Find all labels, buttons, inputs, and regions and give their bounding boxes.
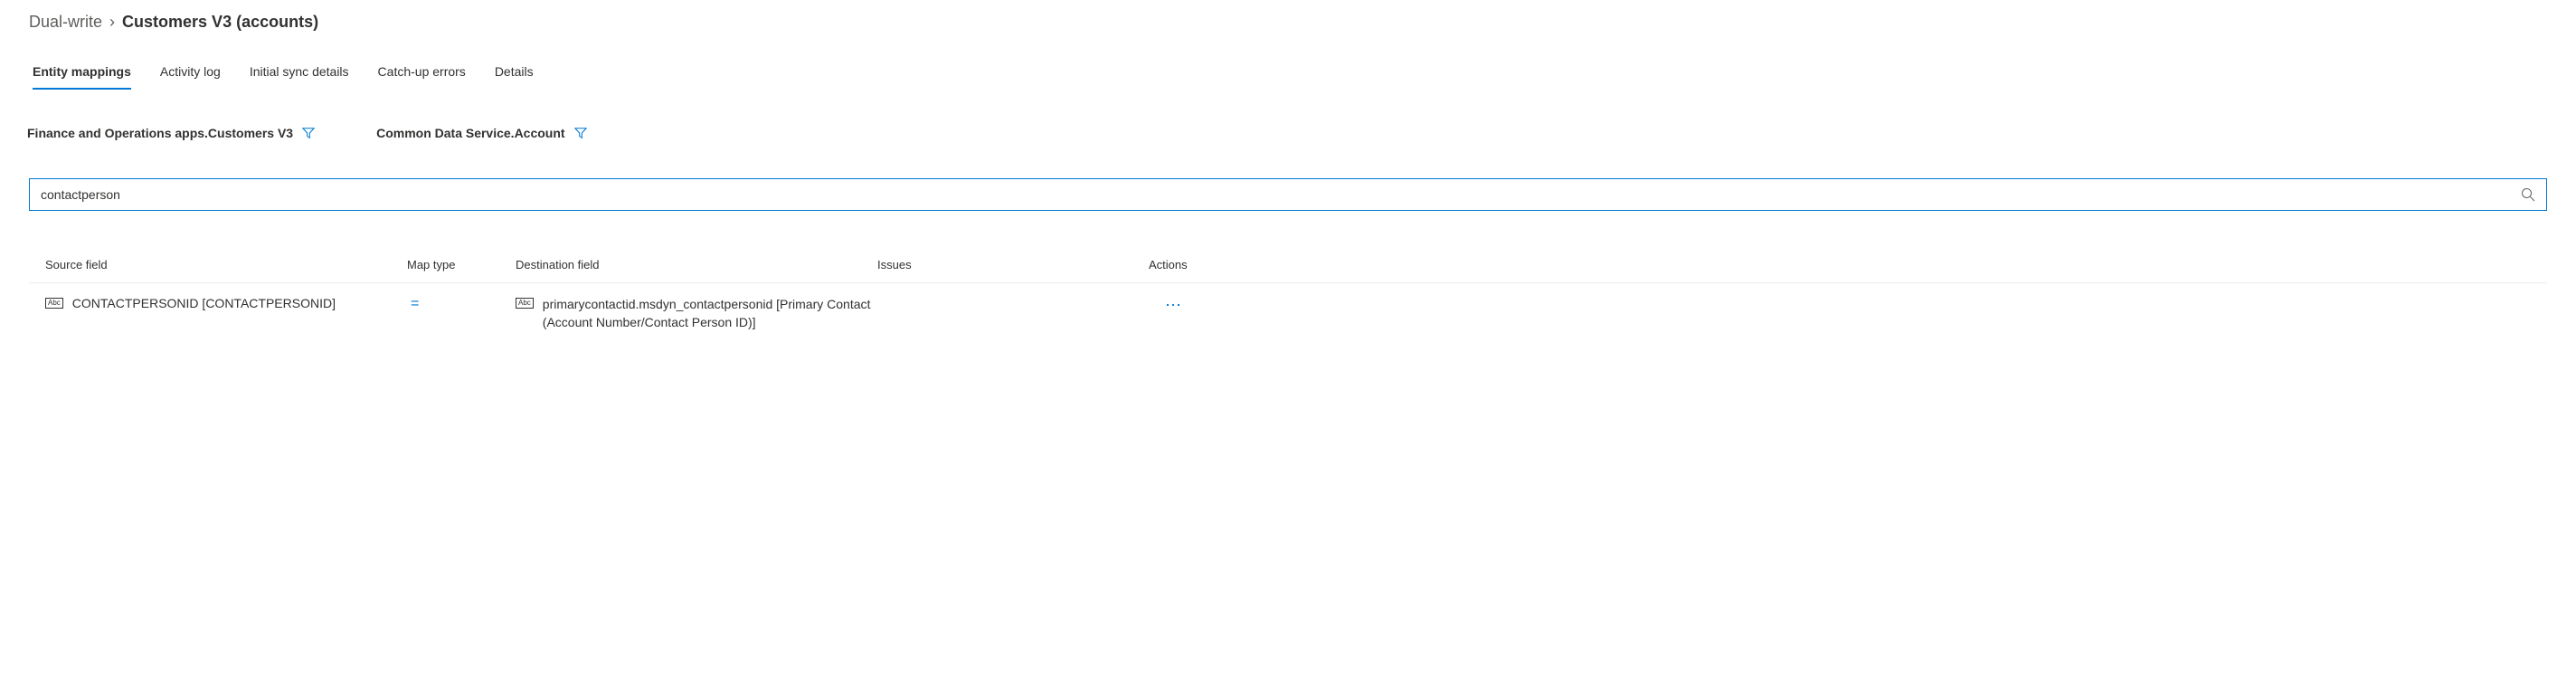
- entity-filter-row: Finance and Operations apps.Customers V3…: [0, 90, 2576, 158]
- tab-entity-mappings[interactable]: Entity mappings: [33, 57, 131, 90]
- search-container: [0, 158, 2576, 211]
- column-header-source[interactable]: Source field: [45, 258, 407, 271]
- breadcrumb-parent-link[interactable]: Dual-write: [29, 13, 102, 32]
- source-entity-text: Finance and Operations apps.Customers V3: [27, 126, 293, 140]
- breadcrumb: Dual-write › Customers V3 (accounts): [0, 0, 2576, 41]
- search-icon[interactable]: [2510, 179, 2546, 210]
- search-box: [29, 178, 2547, 211]
- filter-icon[interactable]: [574, 127, 587, 139]
- dest-entity-text: Common Data Service.Account: [376, 126, 565, 140]
- tab-details[interactable]: Details: [495, 57, 534, 90]
- chevron-right-icon: ›: [109, 13, 115, 32]
- actions-cell: ⋯: [1149, 296, 1239, 315]
- tab-catch-up-errors[interactable]: Catch-up errors: [378, 57, 466, 90]
- mappings-table: Source field Map type Destination field …: [29, 258, 2547, 344]
- maptype-cell[interactable]: =: [407, 296, 516, 312]
- more-actions-icon[interactable]: ⋯: [1149, 296, 1183, 314]
- column-header-issues[interactable]: Issues: [877, 258, 1149, 271]
- column-header-actions[interactable]: Actions: [1149, 258, 1239, 271]
- text-type-icon: Abc: [516, 298, 534, 309]
- source-field-cell: Abc CONTACTPERSONID [CONTACTPERSONID]: [45, 296, 407, 310]
- destination-field-cell: Abc primarycontactid.msdyn_contactperson…: [516, 296, 877, 331]
- tab-initial-sync-details[interactable]: Initial sync details: [250, 57, 349, 90]
- search-input[interactable]: [30, 182, 2510, 207]
- equals-icon: =: [407, 296, 419, 311]
- dest-entity-label: Common Data Service.Account: [376, 126, 587, 140]
- source-entity-label: Finance and Operations apps.Customers V3: [27, 126, 315, 140]
- destination-field-value: primarycontactid.msdyn_contactpersonid […: [543, 296, 877, 331]
- tab-activity-log[interactable]: Activity log: [160, 57, 221, 90]
- source-field-value: CONTACTPERSONID [CONTACTPERSONID]: [72, 296, 336, 310]
- table-row[interactable]: Abc CONTACTPERSONID [CONTACTPERSONID] = …: [29, 283, 2547, 344]
- text-type-icon: Abc: [45, 298, 63, 309]
- table-header-row: Source field Map type Destination field …: [29, 258, 2547, 283]
- column-header-destination[interactable]: Destination field: [516, 258, 877, 271]
- breadcrumb-current: Customers V3 (accounts): [122, 13, 318, 32]
- column-header-maptype[interactable]: Map type: [407, 258, 516, 271]
- tabs-bar: Entity mappings Activity log Initial syn…: [0, 41, 2576, 90]
- filter-icon[interactable]: [302, 127, 315, 139]
